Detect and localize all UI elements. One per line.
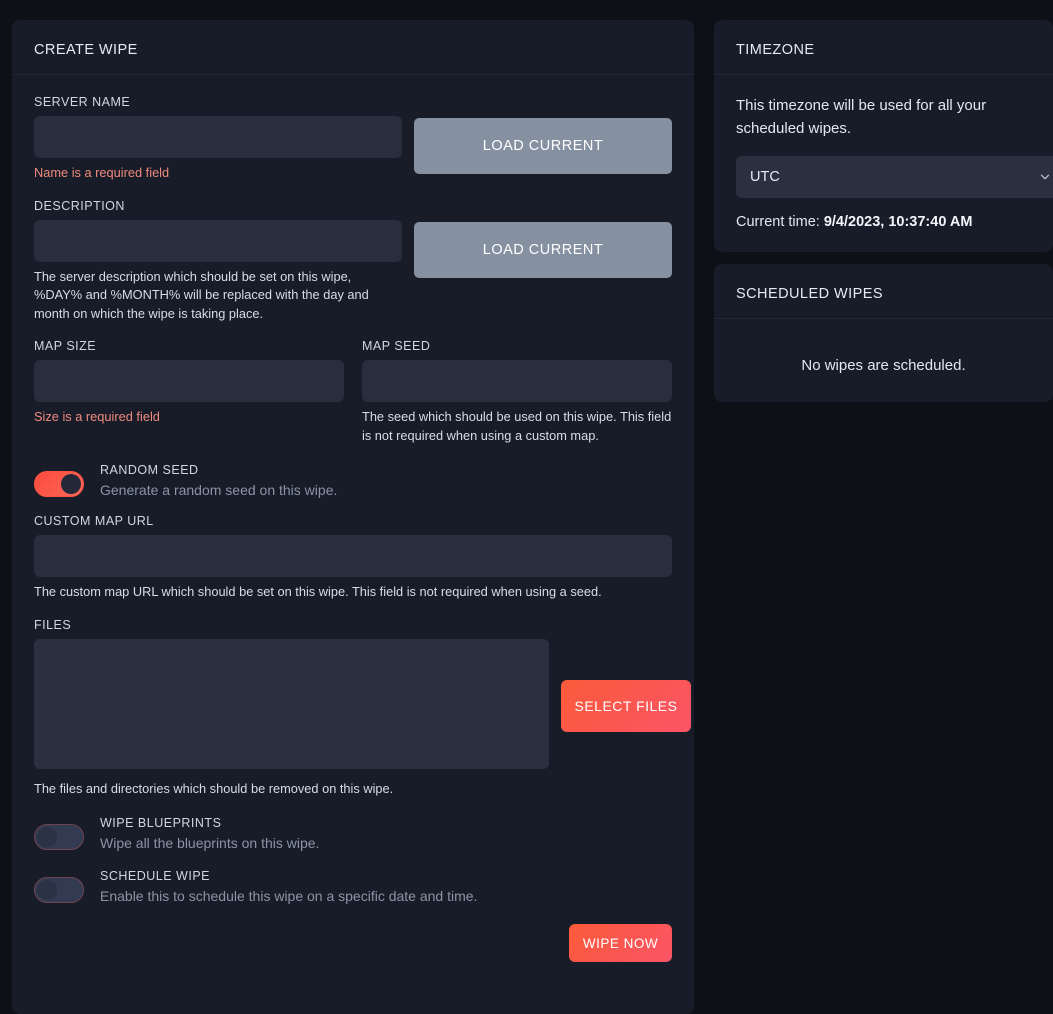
create-wipe-body: SERVER NAME Name is a required field LOA… <box>12 75 694 986</box>
timezone-selected-value: UTC <box>750 169 780 185</box>
map-size-error: Size is a required field <box>34 409 160 425</box>
toggle-knob-icon <box>61 474 81 495</box>
toggle-knob-icon <box>37 827 57 848</box>
map-seed-label: MAP SEED <box>362 339 431 354</box>
app-root: CREATE WIPE SERVER NAME Name is a requir… <box>0 0 1053 1014</box>
custom-map-url-label: CUSTOM MAP URL <box>34 514 154 529</box>
wipe-blueprints-title: WIPE BLUEPRINTS <box>100 816 222 831</box>
current-time-label: Current time: <box>736 214 820 230</box>
wipe-blueprints-row: WIPE BLUEPRINTS Wipe all the blueprints … <box>34 814 672 851</box>
toggle-knob-icon <box>37 880 57 901</box>
scheduled-wipes-header: SCHEDULED WIPES <box>714 264 1053 319</box>
map-fields-row: MAP SIZE Size is a required field MAP SE… <box>34 339 672 445</box>
random-seed-description: Generate a random seed on this wipe. <box>100 482 338 499</box>
current-time-value: 9/4/2023, 10:37:40 AM <box>823 214 973 230</box>
select-files-button[interactable]: SELECT FILES <box>561 680 691 733</box>
form-actions: WIPE NOW <box>34 924 672 963</box>
custom-map-url-help: The custom map URL which should be set o… <box>34 584 602 600</box>
server-name-label: SERVER NAME <box>34 95 131 109</box>
wipe-blueprints-description: Wipe all the blueprints on this wipe. <box>100 835 320 852</box>
description-help: The server description which should be s… <box>34 268 369 321</box>
timezone-select[interactable]: UTC <box>736 156 1053 198</box>
scheduled-wipes-title: SCHEDULED WIPES <box>736 286 883 302</box>
description-input[interactable] <box>34 219 402 262</box>
map-seed-help: The seed which should be used on this wi… <box>362 409 672 443</box>
schedule-wipe-title: SCHEDULE WIPE <box>100 869 210 884</box>
custom-map-url-field: CUSTOM MAP URL The custom map URL which … <box>34 514 672 602</box>
random-seed-row: RANDOM SEED Generate a random seed on th… <box>34 461 672 498</box>
schedule-wipe-row: SCHEDULE WIPE Enable this to schedule th… <box>34 867 672 904</box>
create-wipe-card: CREATE WIPE SERVER NAME Name is a requir… <box>12 20 694 1014</box>
server-name-input[interactable] <box>34 116 402 158</box>
chevron-down-icon <box>1038 170 1052 184</box>
description-label: DESCRIPTION <box>34 198 125 213</box>
map-seed-input[interactable] <box>362 360 672 403</box>
scheduled-wipes-body: No wipes are scheduled. <box>714 319 1053 402</box>
wipe-now-button[interactable]: WIPE NOW <box>569 924 672 963</box>
timezone-description: This timezone will be used for all your … <box>736 97 987 137</box>
timezone-title: TIMEZONE <box>736 42 815 58</box>
random-seed-title: RANDOM SEED <box>100 463 199 478</box>
timezone-header: TIMEZONE <box>714 20 1053 75</box>
timezone-body: This timezone will be used for all your … <box>714 75 1053 252</box>
right-sidebar: TIMEZONE This timezone will be used for … <box>714 20 1053 402</box>
files-field: FILES SELECT FILES The files and directo… <box>34 617 691 799</box>
custom-map-url-input[interactable] <box>34 535 672 578</box>
current-time: Current time: 9/4/2023, 10:37:40 AM <box>736 214 1031 230</box>
map-size-input[interactable] <box>34 360 344 403</box>
random-seed-toggle[interactable] <box>34 471 84 498</box>
load-current-server-name-button[interactable]: LOAD CURRENT <box>414 118 672 174</box>
files-label: FILES <box>34 617 72 632</box>
description-field: DESCRIPTION The server description which… <box>34 199 672 324</box>
schedule-wipe-toggle[interactable] <box>34 877 84 904</box>
create-wipe-header: CREATE WIPE <box>12 20 694 75</box>
scheduled-wipes-empty-message: No wipes are scheduled. <box>801 357 966 374</box>
server-name-error: Name is a required field <box>34 165 170 180</box>
files-textarea[interactable] <box>34 638 549 769</box>
map-size-field: MAP SIZE Size is a required field <box>34 339 344 445</box>
server-name-field: SERVER NAME Name is a required field LOA… <box>34 95 672 183</box>
timezone-card: TIMEZONE This timezone will be used for … <box>714 20 1053 252</box>
scheduled-wipes-card: SCHEDULED WIPES No wipes are scheduled. <box>714 264 1053 402</box>
wipe-blueprints-toggle[interactable] <box>34 824 84 851</box>
map-size-label: MAP SIZE <box>34 339 97 354</box>
load-current-description-button[interactable]: LOAD CURRENT <box>414 221 672 278</box>
map-seed-field: MAP SEED The seed which should be used o… <box>362 339 672 445</box>
schedule-wipe-description: Enable this to schedule this wipe on a s… <box>100 888 478 905</box>
page-title: CREATE WIPE <box>34 42 138 58</box>
files-help: The files and directories which should b… <box>34 780 394 796</box>
